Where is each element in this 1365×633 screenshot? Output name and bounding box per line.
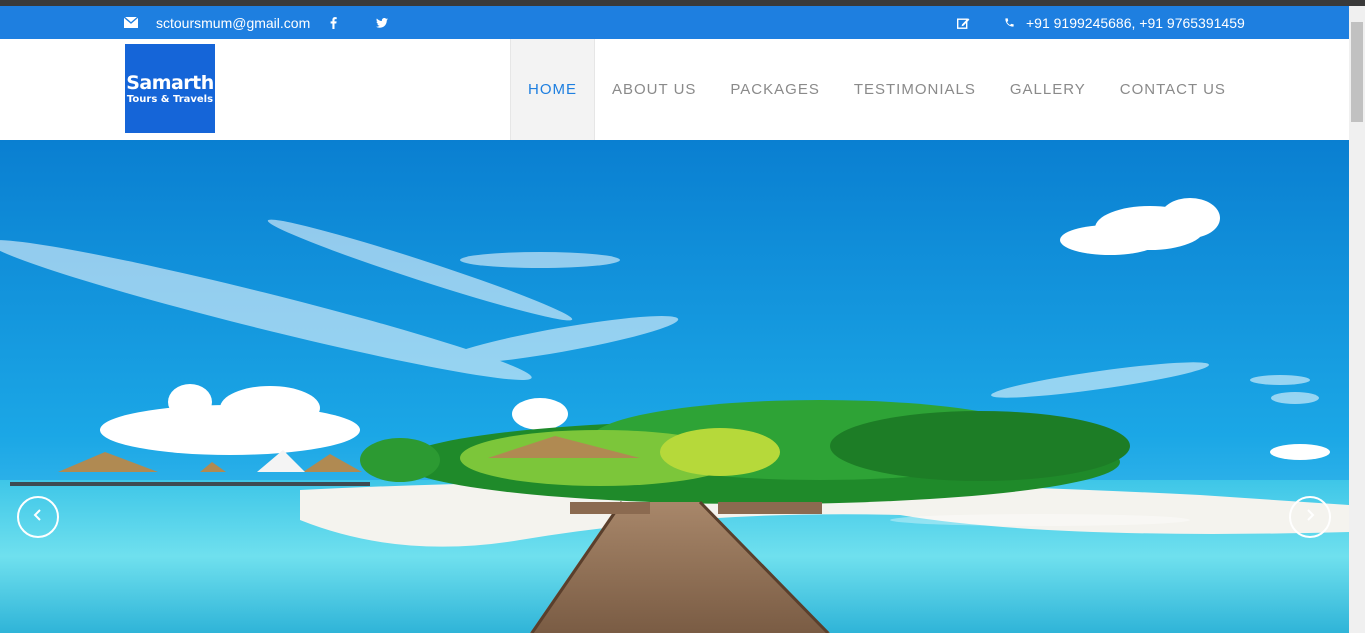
top-contact-bar: sctoursmum@gmail.com +91 9199245686, +91…: [0, 6, 1349, 39]
email-text[interactable]: sctoursmum@gmail.com: [156, 15, 310, 31]
phone-icon: [1004, 17, 1015, 28]
site-logo[interactable]: Samarth Tours & Travels: [125, 44, 215, 133]
phone-text[interactable]: +91 9199245686, +91 9765391459: [1026, 15, 1245, 31]
logo-subtitle: Tours & Travels: [126, 93, 214, 105]
nav-item-gallery[interactable]: GALLERY: [993, 39, 1103, 140]
twitter-icon[interactable]: [376, 6, 388, 39]
page-scrollbar[interactable]: [1349, 6, 1365, 633]
nav-item-packages[interactable]: PACKAGES: [713, 39, 836, 140]
nav-item-about-us[interactable]: ABOUT US: [595, 39, 713, 140]
envelope-icon: [124, 17, 138, 28]
main-navbar: Samarth Tours & Travels HOME ABOUT US PA…: [0, 39, 1349, 140]
chevron-left-icon: [32, 508, 44, 527]
email-contact[interactable]: sctoursmum@gmail.com: [124, 6, 310, 39]
chevron-right-icon: [1304, 508, 1316, 527]
phone-contact[interactable]: +91 9199245686, +91 9765391459: [1004, 6, 1245, 39]
nav-menu: HOME ABOUT US PACKAGES TESTIMONIALS GALL…: [510, 39, 1243, 140]
nav-item-home[interactable]: HOME: [510, 39, 595, 140]
edit-icon[interactable]: [957, 6, 970, 39]
logo-title: Samarth: [126, 71, 214, 94]
hero-image: [0, 140, 1349, 633]
carousel-prev-button[interactable]: [17, 496, 59, 538]
hero-carousel: [0, 140, 1349, 633]
facebook-icon[interactable]: [330, 6, 337, 39]
nav-item-testimonials[interactable]: TESTIMONIALS: [837, 39, 993, 140]
scrollbar-thumb[interactable]: [1351, 22, 1363, 122]
nav-item-contact-us[interactable]: CONTACT US: [1103, 39, 1243, 140]
carousel-next-button[interactable]: [1289, 496, 1331, 538]
